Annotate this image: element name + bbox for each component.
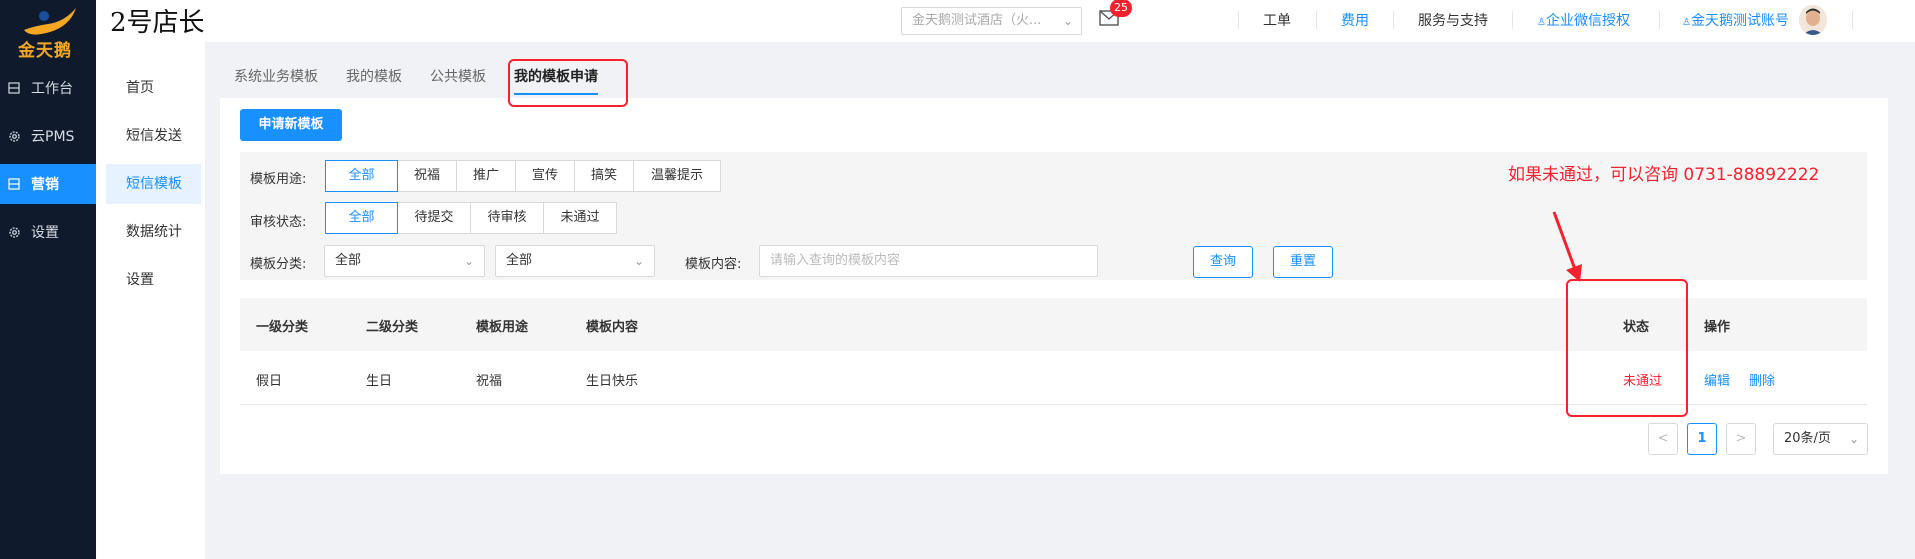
annotation-highlight-tab: [508, 59, 628, 107]
chevron-down-icon: ⌄: [1848, 432, 1859, 446]
query-button[interactable]: 查询: [1193, 246, 1253, 278]
usage-option-funny[interactable]: 搞笑: [574, 160, 634, 192]
usage-filter-label: 模板用途:: [250, 172, 307, 187]
category-level2-value: 全部: [506, 253, 533, 268]
annotation-highlight-status: [1566, 279, 1688, 417]
category-level1-select[interactable]: 全部 ⌄: [324, 245, 485, 277]
page-size-select[interactable]: 20条/页 ⌄: [1773, 423, 1868, 455]
header-divider: [1852, 11, 1853, 29]
category-filter-label: 模板分类:: [250, 257, 307, 272]
workbench-icon: [7, 81, 21, 95]
usage-option-blessing[interactable]: 祝福: [397, 160, 457, 192]
page-size-value: 20条/页: [1784, 431, 1831, 446]
current-page-button[interactable]: 1: [1687, 423, 1717, 455]
annotation-text: 如果未通过，可以咨询 0731-88892222: [1508, 165, 1820, 185]
header-divider: [1393, 11, 1394, 29]
submenu-item-settings[interactable]: 设置: [106, 260, 201, 300]
chevron-down-icon: ⌄: [633, 254, 644, 268]
chevron-down-icon: ⌄: [463, 254, 474, 268]
submenu-item-statistics[interactable]: 数据统计: [106, 212, 201, 252]
column-header-level2: 二级分类: [366, 320, 419, 335]
cell-content: 生日快乐: [586, 374, 639, 389]
usage-option-all[interactable]: 全部: [325, 160, 398, 192]
chevron-down-icon: ⌄: [1062, 14, 1073, 28]
avatar[interactable]: [1799, 5, 1827, 35]
header-link-support[interactable]: 服务与支持: [1418, 10, 1488, 30]
main-sidebar: 金天鹅 工作台 云PMS 营销 设置: [0, 0, 96, 559]
user-icon: ♙: [1682, 17, 1691, 28]
logo: 金天鹅: [0, 0, 96, 61]
status-option-pending-submit[interactable]: 待提交: [397, 202, 471, 234]
edit-button[interactable]: 编辑: [1704, 370, 1730, 389]
sub-menu: 首页 短信发送 短信模板 数据统计 设置: [96, 42, 206, 559]
cell-level1: 假日: [256, 374, 283, 389]
usage-option-promotion[interactable]: 推广: [456, 160, 516, 192]
swan-logo-icon: [24, 8, 76, 35]
column-header-usage: 模板用途: [476, 320, 529, 335]
new-template-request-button[interactable]: 申请新模板: [240, 109, 342, 141]
header-link-tickets[interactable]: 工单: [1263, 10, 1291, 30]
header-link-fees[interactable]: 费用: [1341, 10, 1369, 30]
header-link-account[interactable]: ♙金天鹅测试账号: [1682, 10, 1789, 30]
sidebar-item-label: 工作台: [31, 81, 73, 97]
header-divider: [1512, 11, 1513, 29]
column-header-actions: 操作: [1704, 320, 1731, 335]
sidebar-item-settings[interactable]: 设置: [0, 212, 96, 252]
gear-icon: [7, 225, 21, 239]
sidebar-item-marketing[interactable]: 营销: [0, 164, 96, 204]
submenu-item-sms-template[interactable]: 短信模板: [106, 164, 201, 204]
column-header-content: 模板内容: [586, 320, 639, 335]
hotel-select-value: 金天鹅测试酒店（火...: [912, 13, 1042, 28]
hotel-select[interactable]: 金天鹅测试酒店（火... ⌄: [901, 7, 1082, 35]
user-icon: ♙: [1537, 17, 1546, 28]
notification-badge: 25: [1110, 0, 1132, 17]
status-option-all[interactable]: 全部: [325, 202, 398, 234]
usage-option-publicity[interactable]: 宣传: [515, 160, 575, 192]
tab-public-templates[interactable]: 公共模板: [430, 66, 486, 86]
delete-button[interactable]: 删除: [1749, 370, 1775, 389]
header-link-label: 企业微信授权: [1545, 13, 1630, 29]
status-option-pending-review[interactable]: 待审核: [470, 202, 544, 234]
prev-page-button[interactable]: <: [1648, 423, 1678, 455]
marketing-icon: [7, 177, 21, 191]
status-option-rejected[interactable]: 未通过: [543, 202, 617, 234]
gear-icon: [7, 129, 21, 143]
sidebar-item-pms[interactable]: 云PMS: [0, 116, 96, 156]
header-divider: [1238, 11, 1239, 29]
reset-button[interactable]: 重置: [1273, 246, 1333, 278]
sidebar-item-label: 营销: [31, 177, 59, 193]
column-header-level1: 一级分类: [256, 320, 309, 335]
category-level2-select[interactable]: 全部 ⌄: [495, 245, 655, 277]
status-filter-label: 审核状态:: [250, 215, 307, 230]
header-link-label: 金天鹅测试账号: [1690, 13, 1789, 29]
submenu-item-home[interactable]: 首页: [106, 68, 201, 108]
sidebar-item-label: 云PMS: [31, 129, 75, 145]
logo-text: 金天鹅: [18, 41, 72, 61]
content-filter-label: 模板内容:: [685, 257, 742, 272]
tab-my-templates[interactable]: 我的模板: [346, 66, 402, 86]
page-title: 2号店长: [110, 8, 205, 38]
category-level1-value: 全部: [335, 253, 362, 268]
usage-option-reminder[interactable]: 温馨提示: [633, 160, 721, 192]
header-link-wechat-auth[interactable]: ♙企业微信授权: [1537, 10, 1630, 30]
next-page-button[interactable]: >: [1726, 423, 1756, 455]
tab-system-templates[interactable]: 系统业务模板: [234, 66, 318, 86]
annotation-arrow-icon: [1552, 211, 1582, 282]
sidebar-item-label: 设置: [31, 225, 59, 241]
cell-usage: 祝福: [476, 374, 503, 389]
cell-level2: 生日: [366, 374, 393, 389]
header-divider: [1316, 11, 1317, 29]
submenu-item-sms-send[interactable]: 短信发送: [106, 116, 201, 156]
sidebar-item-workbench[interactable]: 工作台: [0, 68, 96, 108]
header-divider: [1659, 11, 1660, 29]
template-content-input[interactable]: 请输入查询的模板内容: [759, 245, 1098, 277]
